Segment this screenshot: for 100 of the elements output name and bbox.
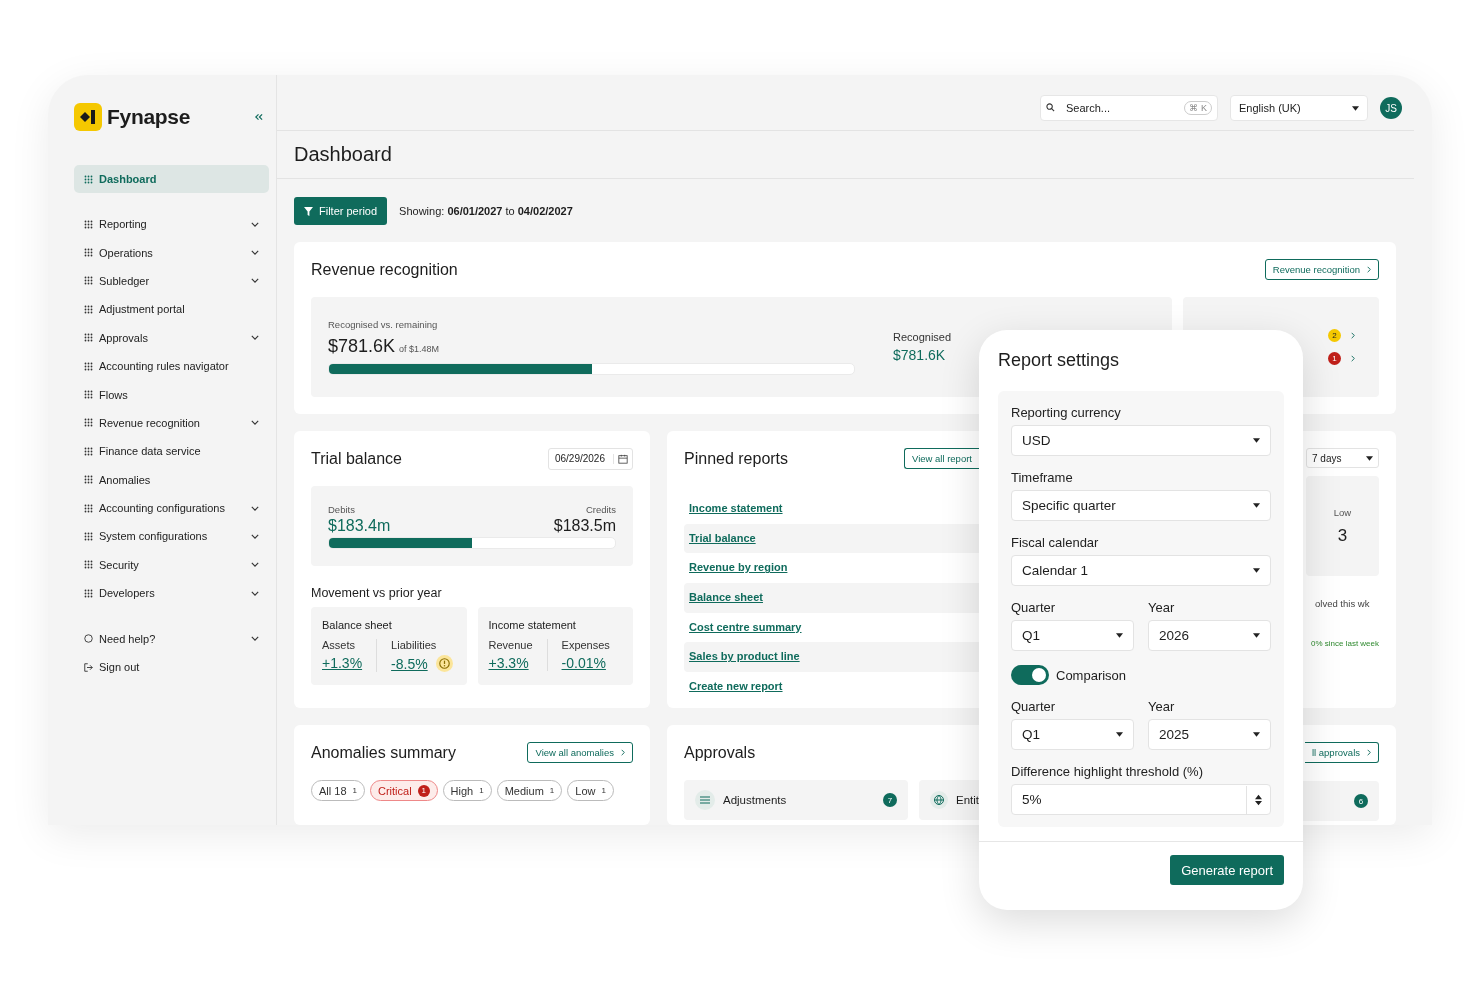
nav-item[interactable]: System configurations — [74, 522, 269, 551]
filter-chip[interactable]: Medium 1 — [496, 780, 563, 801]
logo-icon — [74, 103, 102, 131]
select-field[interactable]: 2026 — [1148, 620, 1271, 651]
dropdown-icon — [1253, 633, 1260, 638]
debits-label: Debits — [328, 504, 355, 515]
metric-label: Revenue — [488, 639, 533, 651]
nav-item[interactable]: Anomalies — [74, 465, 269, 494]
nav-item[interactable]: Revenue recognition — [74, 408, 269, 438]
brand-name: Fynapse — [107, 105, 191, 129]
dropdown-icon — [1253, 503, 1260, 508]
metric-link[interactable]: +3.3% — [488, 655, 529, 671]
view-anomalies-link[interactable]: View all anomalies — [527, 742, 633, 763]
recognised-value: $781.6K — [893, 347, 947, 363]
select-field[interactable]: Q1 — [1011, 620, 1134, 651]
chevron-down-icon — [251, 221, 259, 227]
metric-link[interactable]: -0.01% — [561, 655, 606, 671]
chevron-down-icon — [251, 505, 259, 511]
filter-chip[interactable]: Critical 1 — [370, 780, 438, 801]
card-title: Approvals — [684, 743, 756, 762]
chevron-down-icon — [251, 250, 259, 256]
panel-title: Report settings — [997, 349, 1121, 372]
resolved-text: olved this wk — [1314, 598, 1370, 609]
chevron-down-icon — [251, 335, 259, 341]
recognised-label: Recognised — [893, 331, 952, 343]
chevron-right-icon — [1367, 749, 1371, 756]
number-field[interactable]: 5% — [1011, 784, 1271, 815]
filter-chip[interactable]: High 1 — [442, 780, 492, 801]
card-title: Anomalies summary — [311, 743, 456, 762]
filter-chip[interactable]: Low 1 — [567, 780, 614, 801]
group-title: Income statement — [488, 619, 577, 631]
count-badge: 1 — [1328, 352, 1341, 365]
select-field[interactable]: Q1 — [1011, 719, 1134, 750]
sign-out-icon — [84, 662, 93, 672]
select-field[interactable]: Calendar 1 — [1011, 555, 1271, 586]
report-link[interactable]: Revenue by region — [684, 553, 979, 584]
language-select[interactable]: English (UK) — [1230, 95, 1368, 121]
card-title: Trial balance — [311, 449, 402, 468]
total-text: of $1.48M — [399, 344, 440, 354]
chevron-down-icon — [251, 636, 259, 642]
select-field[interactable]: USD — [1011, 425, 1271, 456]
select-field[interactable]: Specific quarter — [1011, 490, 1271, 521]
chevron-down-icon — [251, 534, 259, 539]
nav-item[interactable]: Accounting rules navigator — [74, 351, 269, 381]
report-link[interactable]: Cost centre summary — [684, 612, 979, 643]
report-link[interactable]: Create new report — [684, 672, 979, 702]
nav-item[interactable]: Reporting — [74, 210, 269, 239]
nav-item[interactable]: Adjustment portal — [74, 295, 269, 324]
search-icon — [1046, 103, 1055, 112]
dropdown-icon — [1253, 568, 1260, 573]
generate-report-button[interactable]: Generate report — [1170, 855, 1284, 885]
toggle-switch[interactable] — [1011, 665, 1049, 685]
nav-item[interactable]: Need help? — [74, 624, 269, 653]
count-badge: 6 — [1354, 794, 1368, 808]
filter-chip[interactable]: All 18 1 — [311, 780, 365, 801]
approval-tile[interactable]: Entit — [919, 780, 979, 820]
nav-item[interactable]: Finance data service — [74, 437, 269, 466]
report-link[interactable]: Balance sheet — [684, 583, 979, 613]
page-title: Dashboard — [277, 131, 1414, 179]
stat-value: 3 — [1337, 525, 1348, 546]
chevron-right-icon — [1367, 266, 1371, 273]
report-link[interactable]: Sales by product line — [684, 642, 979, 673]
chevron-right-icon[interactable] — [1351, 332, 1355, 339]
collapse-icon[interactable] — [254, 113, 263, 121]
nav-item[interactable]: Approvals — [74, 323, 269, 352]
tile-label: Entit — [956, 794, 979, 806]
report-link[interactable]: Income statement — [684, 494, 979, 524]
range-select[interactable]: 7 days — [1306, 448, 1379, 468]
field-label: Quarter — [1011, 600, 1057, 615]
group-title: Balance sheet — [322, 619, 393, 631]
field-label: Timeframe — [1011, 470, 1074, 485]
nav-item[interactable]: Subledger — [74, 266, 269, 296]
nav-item[interactable]: Security — [74, 550, 269, 580]
chevron-down-icon — [251, 420, 259, 426]
filter-button[interactable]: Filter period — [294, 197, 388, 225]
metric-link[interactable]: -8.5% — [391, 655, 428, 672]
nav-item[interactable]: Dashboard — [74, 165, 269, 193]
chevron-right-icon — [621, 749, 625, 756]
date-field[interactable]: 06/29/2026 — [547, 447, 633, 470]
nav-item[interactable]: Sign out — [74, 652, 269, 682]
chevron-right-icon[interactable] — [1351, 355, 1355, 362]
metric-label: Liabilities — [391, 639, 438, 651]
nav-item[interactable]: Accounting configurations — [74, 493, 269, 523]
field-label: Reporting currency — [1011, 405, 1122, 420]
report-link[interactable]: Trial balance — [684, 523, 979, 554]
view-approvals-link[interactable]: ll approvals — [1304, 742, 1379, 763]
nav-item[interactable]: Developers — [74, 579, 269, 608]
nav-item[interactable]: Operations — [74, 238, 269, 267]
revenue-link[interactable]: Revenue recognition — [1264, 259, 1379, 280]
card-title: Revenue recognition — [311, 260, 458, 279]
field-label: Year — [1148, 699, 1176, 714]
dropdown-icon — [1116, 633, 1123, 638]
approval-tile[interactable]: Adjustments 7 — [684, 780, 908, 820]
nav-item[interactable]: Flows — [74, 380, 269, 409]
metric-link[interactable]: +1.3% — [322, 655, 363, 671]
amount: $781.6K — [328, 336, 396, 357]
user-avatar[interactable]: JS — [1380, 97, 1402, 119]
metric-label: Assets — [322, 639, 356, 651]
select-field[interactable]: 2025 — [1148, 719, 1271, 750]
caption: Recognised vs. remaining — [328, 319, 439, 330]
